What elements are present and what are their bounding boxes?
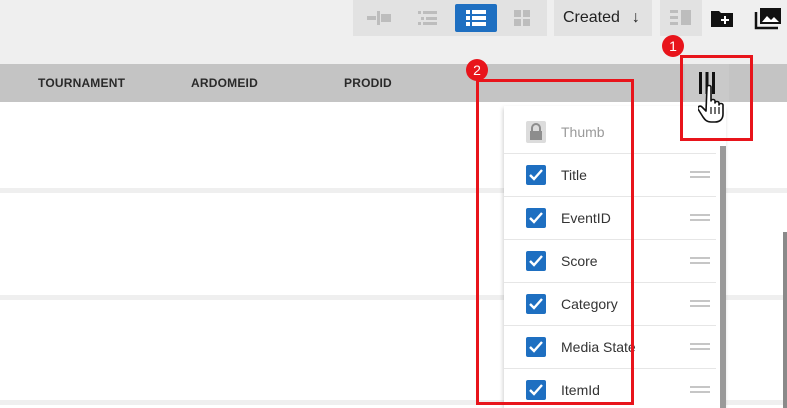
drag-handle-icon[interactable] <box>690 300 710 307</box>
drag-handle-icon[interactable] <box>690 343 710 350</box>
tree-list-view-button[interactable] <box>413 4 443 32</box>
timeline-view-icon <box>367 11 391 25</box>
timeline-view-button[interactable] <box>365 4 395 32</box>
hand-pointer-icon <box>698 84 724 123</box>
media-library-button[interactable] <box>751 0 785 36</box>
annotation-badge-1: 1 <box>662 35 684 57</box>
list-view-button[interactable] <box>455 4 497 32</box>
drag-handle-icon[interactable] <box>690 171 710 178</box>
detail-view-button[interactable] <box>660 0 702 36</box>
sort-label: Created <box>563 9 620 26</box>
drag-handle-icon[interactable] <box>690 257 710 264</box>
new-folder-icon <box>711 11 733 27</box>
tree-list-view-icon <box>418 11 437 25</box>
grid-view-icon <box>514 10 530 26</box>
list-view-icon <box>466 10 486 26</box>
view-mode-group <box>353 0 547 36</box>
column-header-ardomeid[interactable]: ARDOMEID <box>191 76 258 90</box>
column-chooser-scrollbar[interactable] <box>720 146 726 408</box>
column-header-prodid[interactable]: PRODID <box>344 76 392 90</box>
arrow-down-icon: ↓ <box>631 9 640 26</box>
new-folder-button[interactable] <box>705 0 739 36</box>
drag-handle-icon[interactable] <box>690 214 710 221</box>
media-library-icon <box>754 8 781 30</box>
annotation-badge-2: 2 <box>466 59 488 81</box>
sort-created-button[interactable]: Created ↓ <box>554 0 652 36</box>
detail-view-icon <box>670 10 691 25</box>
column-header-tournament[interactable]: TOURNAMENT <box>38 76 125 90</box>
annotation-box-2 <box>476 79 634 405</box>
drag-handle-icon[interactable] <box>690 386 710 393</box>
grid-view-button[interactable] <box>507 4 537 32</box>
table-scrollbar[interactable] <box>783 232 787 408</box>
table-header-row: TOURNAMENT ARDOMEID PRODID <box>0 64 787 102</box>
